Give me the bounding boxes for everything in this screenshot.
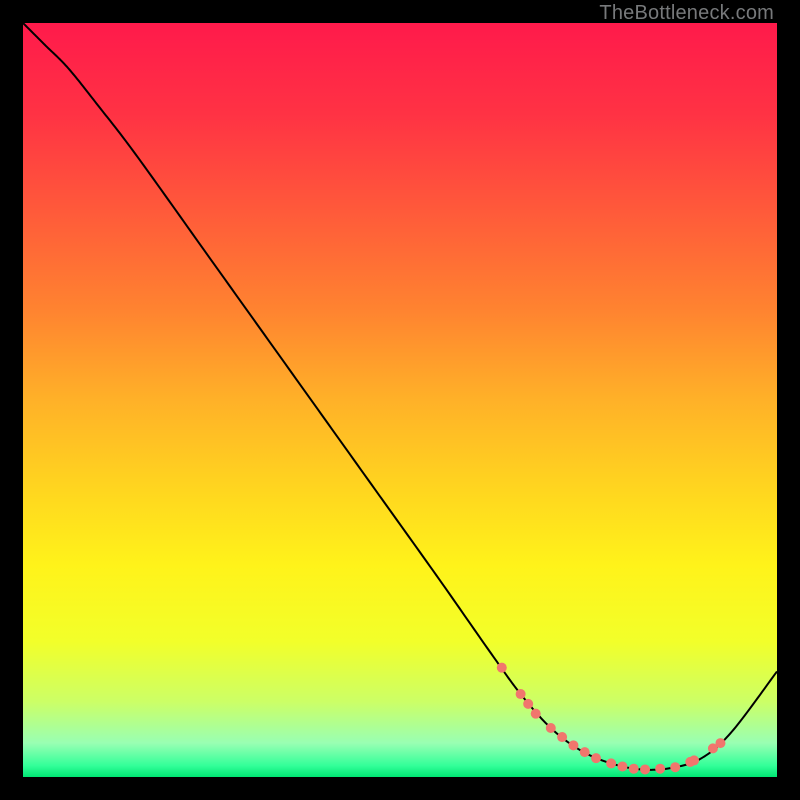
bottleneck-chart — [23, 23, 777, 777]
highlight-point — [640, 764, 650, 774]
highlight-point — [546, 723, 556, 733]
highlight-point — [580, 747, 590, 757]
highlight-point — [715, 738, 725, 748]
highlight-point — [497, 663, 507, 673]
attribution-label: TheBottleneck.com — [599, 2, 774, 25]
highlight-point — [557, 732, 567, 742]
highlight-point — [523, 699, 533, 709]
highlight-point — [655, 764, 665, 774]
highlight-point — [670, 762, 680, 772]
highlight-point — [516, 689, 526, 699]
highlight-point — [591, 753, 601, 763]
highlight-point — [568, 740, 578, 750]
gradient-background — [23, 23, 777, 777]
highlight-point — [629, 764, 639, 774]
highlight-point — [531, 709, 541, 719]
chart-frame — [23, 23, 777, 777]
highlight-point — [617, 761, 627, 771]
highlight-point — [606, 758, 616, 768]
highlight-point — [689, 755, 699, 765]
